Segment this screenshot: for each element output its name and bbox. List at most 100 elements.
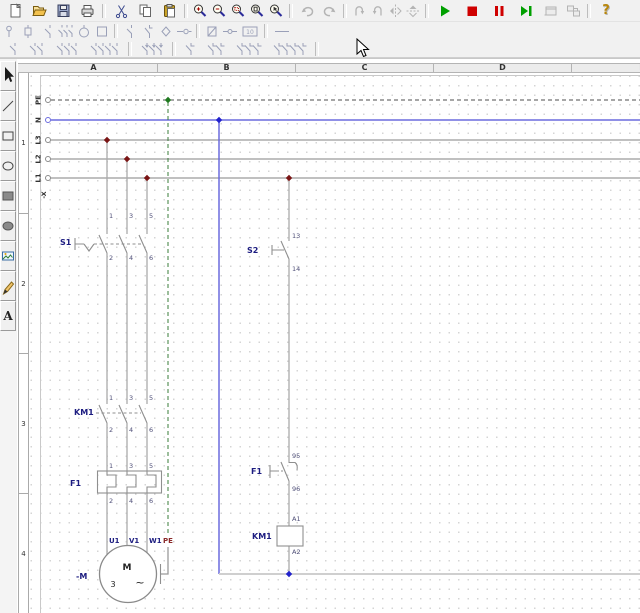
km1-contact-blades — [99, 405, 147, 423]
s2-tag: S2 — [247, 246, 258, 255]
l2-rail-label: L2 — [35, 154, 43, 163]
component-km1-contacts[interactable]: KM1 1 3 5 2 4 6 — [74, 394, 153, 434]
f1-nc-hook — [289, 463, 297, 471]
component-motor[interactable]: M 3 ~ -M U1 V1 W1 PE — [76, 537, 173, 603]
s1-terminal: 3 — [129, 212, 133, 220]
power-branch-wires[interactable] — [107, 140, 147, 471]
km1-contacts-tag: KM1 — [74, 408, 94, 417]
component-f1-nc-contact[interactable]: F1 95 96 — [251, 452, 300, 493]
new-button[interactable] — [3, 2, 27, 20]
component-s2-button[interactable]: S2 13 14 — [247, 232, 300, 273]
help-button[interactable]: ? — [594, 2, 618, 20]
power-rails[interactable]: PE N L3 L2 L1 -X — [35, 95, 640, 199]
nc-contact-4p-button[interactable] — [267, 40, 312, 58]
node-tool-button[interactable] — [157, 22, 175, 40]
sim-window-button[interactable] — [540, 2, 562, 20]
f1-thermal-actuator — [270, 465, 277, 478]
sim-panel-button[interactable] — [562, 2, 584, 20]
flip-horizontal-button[interactable] — [404, 2, 422, 20]
pause-button[interactable] — [486, 2, 513, 20]
ruler-corner — [18, 63, 30, 73]
copy-button[interactable] — [133, 2, 157, 20]
undo-button[interactable] — [296, 2, 318, 20]
nc-contact-3p-button[interactable] — [230, 40, 267, 58]
make-contact-tool-button[interactable] — [121, 22, 139, 40]
motor-tool-button[interactable] — [75, 22, 93, 40]
column-header-e: E — [572, 64, 640, 72]
save-button[interactable] — [51, 2, 75, 20]
step-button[interactable] — [513, 2, 540, 20]
zoom-out-button[interactable] — [210, 2, 229, 20]
pe-rail-label: PE — [35, 95, 43, 105]
no-contact-2p-button[interactable] — [23, 40, 50, 58]
junction-nodes — [104, 97, 292, 577]
run-button[interactable] — [432, 2, 459, 20]
schematic-canvas[interactable]: PE N L3 L2 L1 -X — [30, 73, 640, 613]
line-tool-button[interactable] — [0, 91, 16, 121]
io-icon-label: 10 — [246, 28, 254, 35]
zoom-pointer-button[interactable] — [267, 2, 286, 20]
zoom-sheet-button[interactable] — [248, 2, 267, 20]
neutral-rail-label: N — [35, 117, 43, 123]
km1-terminal: 4 — [129, 426, 133, 434]
relay-box-tool-button[interactable] — [203, 22, 221, 40]
pe-junction — [165, 97, 171, 103]
s2-terminal: 14 — [292, 265, 300, 273]
toolbar-separator — [196, 24, 200, 38]
cut-button[interactable] — [109, 2, 133, 20]
no-contact-4p-button[interactable] — [84, 40, 125, 58]
break-contact-tool-button[interactable] — [139, 22, 157, 40]
open-button[interactable] — [27, 2, 51, 20]
component-km1-coil[interactable]: KM1 A1 A2 — [252, 515, 303, 556]
io-device-tool-button[interactable]: 10 — [239, 22, 261, 40]
component-box-tool-button[interactable] — [93, 22, 111, 40]
filled-rectangle-tool-button[interactable] — [0, 181, 16, 211]
f1-terminal: 5 — [149, 462, 153, 470]
probe-tool-button[interactable] — [3, 22, 21, 40]
toolbar-separator — [289, 4, 293, 18]
connector-tool-button[interactable] — [175, 22, 193, 40]
zoom-in-button[interactable] — [191, 2, 210, 20]
row-header-1: 1 — [19, 73, 28, 214]
symbols-toolbar: 10 — [0, 22, 640, 40]
toolbar-separator — [172, 42, 176, 56]
km1-coil-terminal: A1 — [292, 515, 301, 523]
l1-rail-origin — [46, 176, 51, 181]
print-button[interactable] — [75, 2, 99, 20]
rotate-left-button[interactable] — [350, 2, 368, 20]
filled-ellipse-tool-button[interactable] — [0, 211, 16, 241]
pe-motor-wire[interactable] — [161, 547, 168, 574]
nc-contact-2p-button[interactable] — [201, 40, 230, 58]
pencil-tool-button[interactable] — [0, 271, 16, 301]
redo-button[interactable] — [318, 2, 340, 20]
no-contact-1p-button[interactable] — [3, 40, 23, 58]
mouse-cursor — [356, 38, 370, 58]
motor-terminal-w1: W1 — [149, 537, 162, 545]
contact-tool-button[interactable] — [39, 22, 57, 40]
km1-terminal: 6 — [149, 426, 153, 434]
terminal-tool-button[interactable] — [221, 22, 239, 40]
contact-group-tool-button[interactable] — [57, 22, 75, 40]
component-f1-overload[interactable]: F1 1 3 5 2 4 6 — [70, 462, 162, 505]
ellipse-tool-button[interactable] — [0, 151, 16, 181]
rotate-right-button[interactable] — [368, 2, 386, 20]
nc-contact-1p-button[interactable] — [179, 40, 201, 58]
coil-tool-button[interactable] — [21, 22, 39, 40]
paste-button[interactable] — [157, 2, 181, 20]
km1-terminal: 1 — [109, 394, 113, 402]
select-tool-button[interactable] — [0, 61, 16, 91]
toolbar-separator — [343, 4, 347, 18]
column-header-c: C — [296, 64, 434, 72]
line-tool-button[interactable] — [271, 22, 293, 40]
column-header-ruler: A B C D E — [30, 63, 640, 73]
image-tool-button[interactable] — [0, 241, 16, 271]
zoom-window-button[interactable] — [229, 2, 248, 20]
no-contact-3p-button[interactable] — [50, 40, 84, 58]
contact-group-3p-button[interactable] — [135, 40, 169, 58]
wires[interactable] — [107, 140, 289, 574]
stop-button[interactable] — [459, 2, 486, 20]
rectangle-tool-button[interactable] — [0, 121, 16, 151]
drawing-tool-palette: A — [0, 61, 17, 331]
flip-vertical-button[interactable] — [386, 2, 404, 20]
text-tool-button[interactable]: A — [0, 301, 16, 331]
